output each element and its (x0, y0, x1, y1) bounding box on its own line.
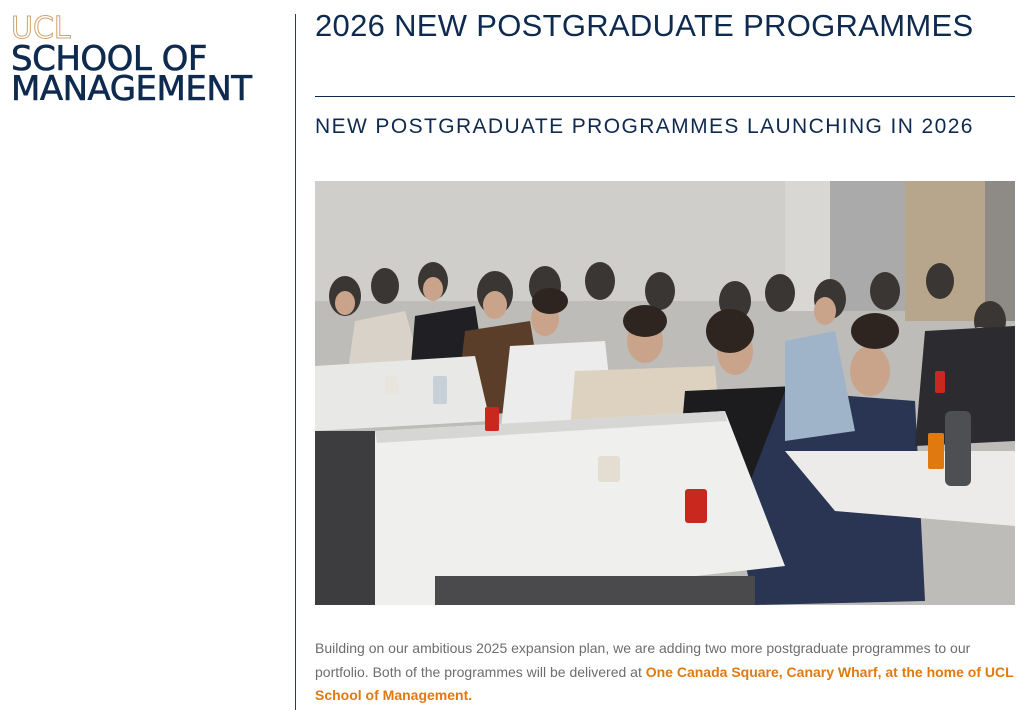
vertical-divider (295, 14, 296, 710)
ucl-som-logo[interactable]: UCL SCHOOL OF MANAGEMENT (11, 13, 253, 109)
intro-paragraph: Building on our ambitious 2025 expansion… (315, 637, 1015, 708)
title-divider (315, 96, 1015, 97)
classroom-photo (315, 181, 1015, 605)
section-subtitle: NEW POSTGRADUATE PROGRAMMES LAUNCHING IN… (315, 115, 974, 138)
logo-line-2: MANAGEMENT (11, 69, 253, 109)
page-title: 2026 NEW POSTGRADUATE PROGRAMMES (315, 8, 974, 43)
